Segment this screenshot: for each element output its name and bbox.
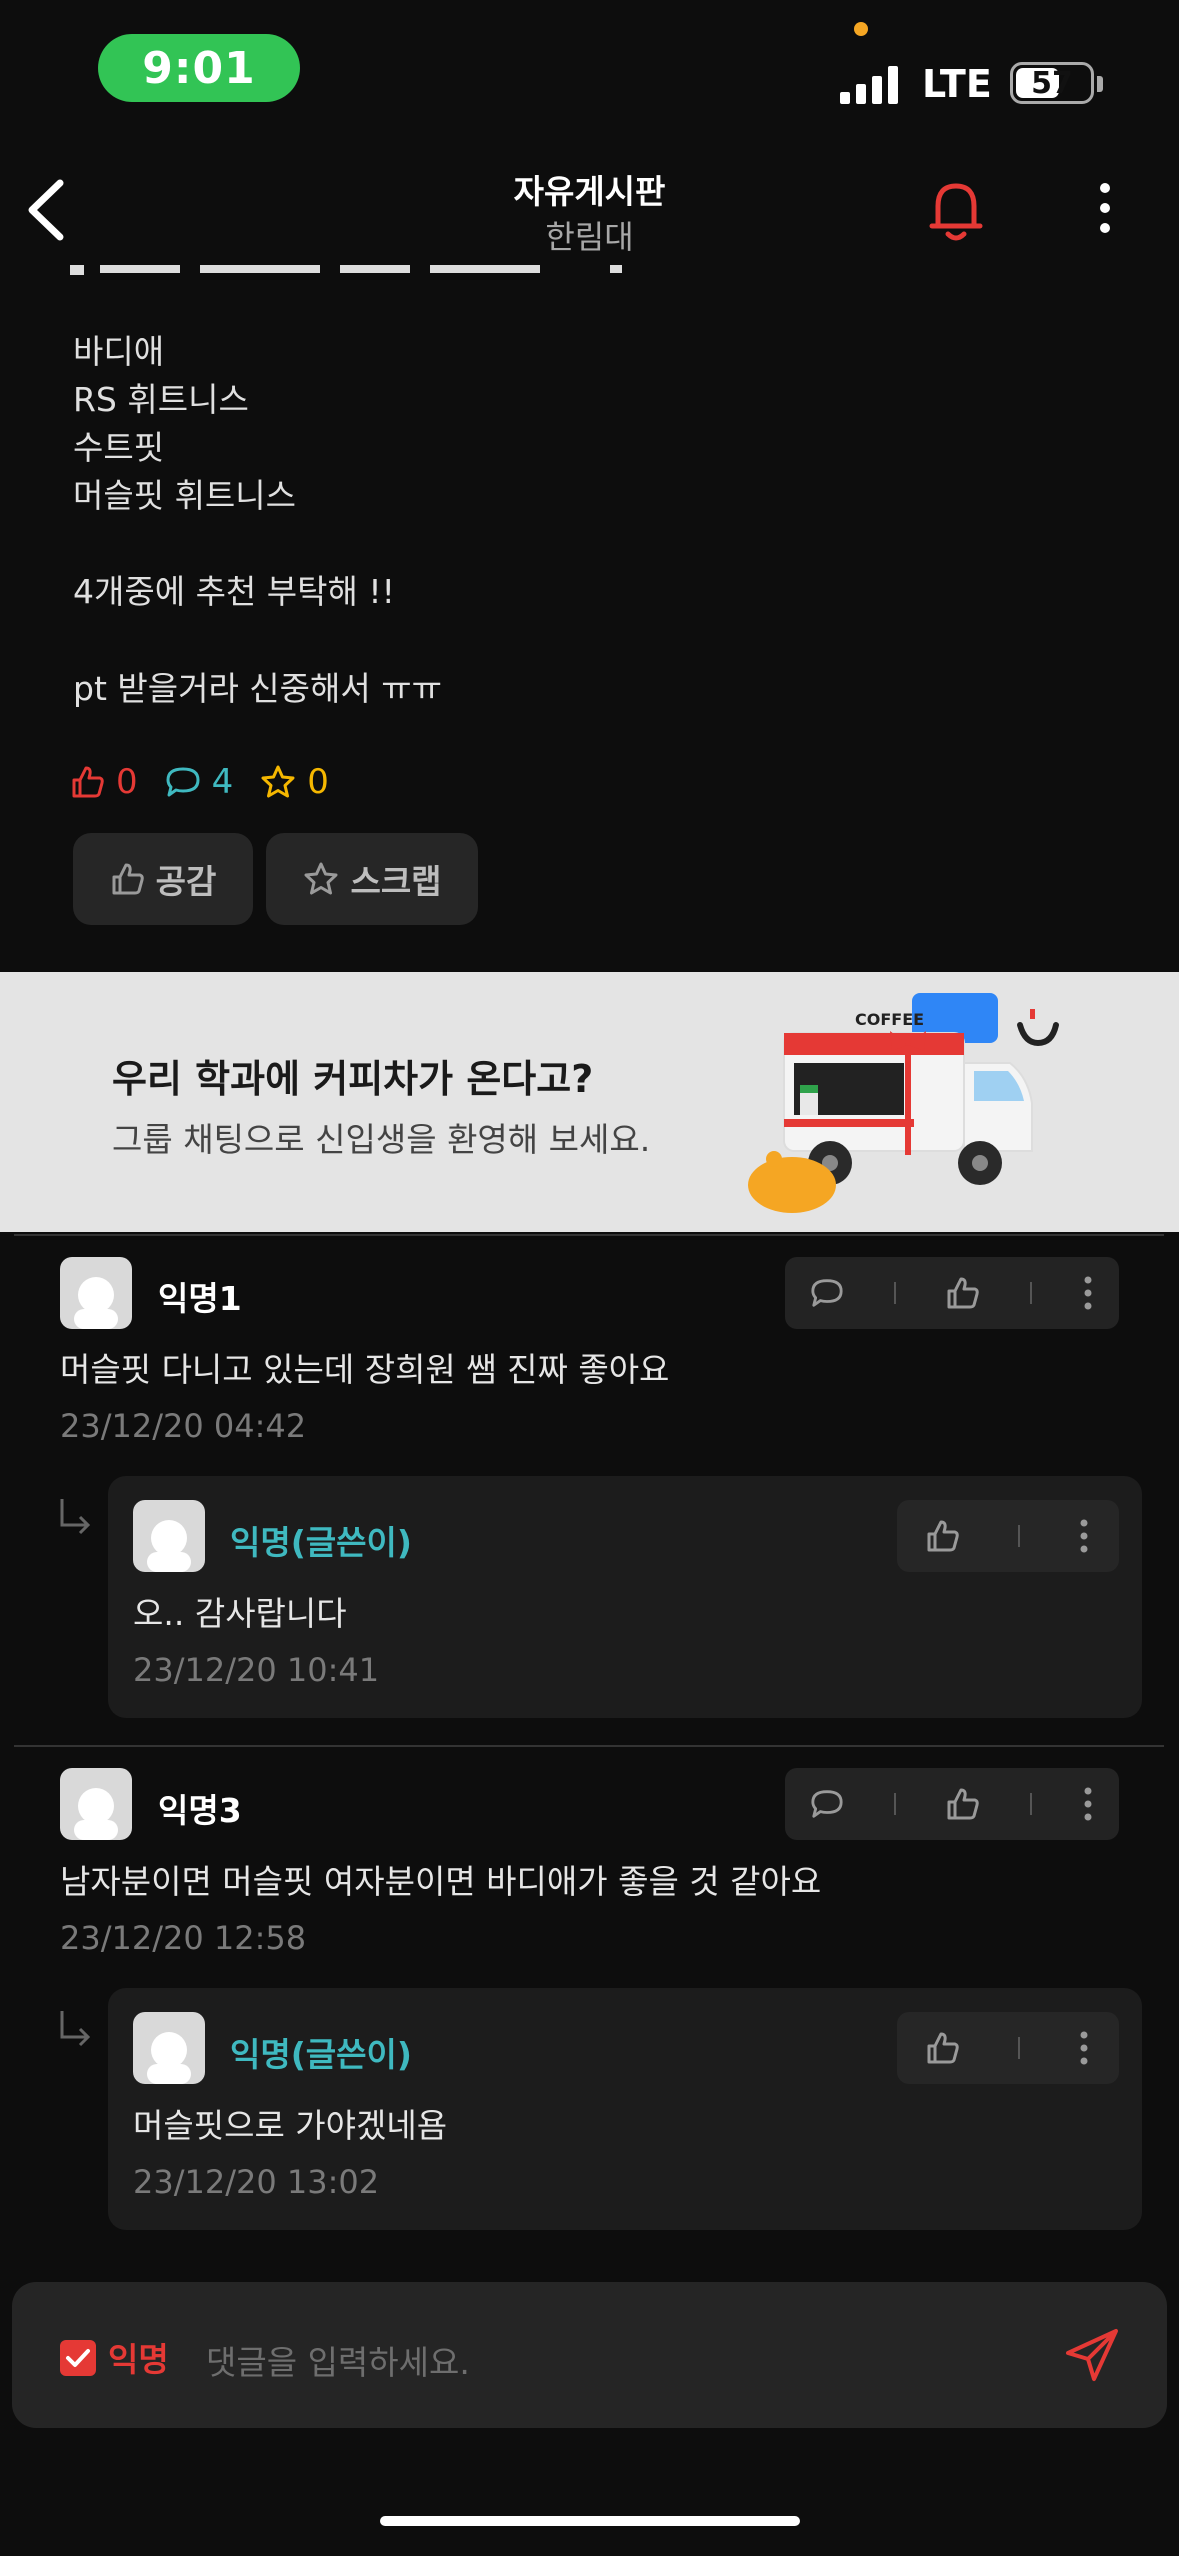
avatar bbox=[133, 1500, 205, 1572]
signal-icon bbox=[840, 64, 898, 104]
star-icon bbox=[261, 765, 295, 798]
post-body-line: 바디애 bbox=[73, 332, 165, 371]
post-body-line: 머슬핏 휘트니스 bbox=[73, 476, 297, 515]
ad-subtitle: 그룹 채팅으로 신입생을 환영해 보세요. bbox=[112, 1120, 651, 1159]
comment-actions bbox=[785, 1768, 1119, 1840]
comment-actions bbox=[785, 1257, 1119, 1329]
avatar bbox=[60, 1768, 132, 1840]
thumbs-up-icon[interactable] bbox=[925, 1518, 961, 1554]
reply-icon[interactable] bbox=[809, 1787, 845, 1821]
post-body-line: pt 받을거라 신중해서 ㅠㅠ bbox=[73, 669, 442, 708]
like-count: 0 bbox=[70, 762, 138, 802]
thumbs-up-icon[interactable] bbox=[945, 1786, 981, 1822]
thumbs-up-icon[interactable] bbox=[945, 1275, 981, 1311]
comment-timestamp: 23/12/20 04:42 bbox=[60, 1407, 307, 1445]
privacy-indicator-dot bbox=[854, 22, 868, 36]
more-vertical-icon[interactable] bbox=[1077, 1518, 1091, 1554]
board-title: 자유게시판 bbox=[513, 172, 666, 211]
reply-arrow-icon bbox=[60, 2011, 91, 2047]
reply-actions bbox=[897, 1500, 1119, 1572]
post-body-line: RS 휘트니스 bbox=[73, 380, 249, 419]
divider bbox=[14, 1234, 1164, 1236]
truck-label: COFFEE bbox=[855, 1010, 924, 1029]
reply-arrow-icon bbox=[60, 1499, 91, 1535]
post-body-line: 4개중에 추천 부탁해 !! bbox=[73, 572, 395, 611]
reply-nickname: 익명(글쓴이) bbox=[230, 1523, 412, 1562]
more-vertical-icon[interactable] bbox=[1081, 1786, 1095, 1822]
network-label: LTE bbox=[922, 62, 992, 106]
reply-text: 오.. 감사랍니다 bbox=[133, 1594, 347, 1633]
reply-nickname: 익명(글쓴이) bbox=[230, 2035, 412, 2074]
star-icon bbox=[304, 862, 338, 895]
comment-nickname: 익명3 bbox=[158, 1791, 242, 1830]
anonymous-checkbox[interactable] bbox=[60, 2340, 96, 2376]
more-vertical-icon[interactable] bbox=[1077, 2030, 1091, 2066]
comment-input[interactable]: 댓글을 입력하세요. bbox=[206, 2336, 470, 2384]
avatar bbox=[60, 1257, 132, 1329]
reply-timestamp: 23/12/20 10:41 bbox=[133, 1651, 380, 1689]
send-icon[interactable] bbox=[1062, 2325, 1122, 2385]
reply-timestamp: 23/12/20 13:02 bbox=[133, 2163, 380, 2201]
scrolled-title-fragment bbox=[70, 265, 622, 275]
coffee-truck-illustration: COFFEE bbox=[748, 993, 1059, 1213]
reply-actions bbox=[897, 2012, 1119, 2084]
scrap-count: 0 bbox=[259, 762, 329, 802]
scrap-button[interactable]: 스크랩 bbox=[266, 833, 478, 925]
battery-cap bbox=[1097, 76, 1103, 92]
more-vertical-icon[interactable] bbox=[1081, 1275, 1095, 1311]
post-stats: 0 4 0 bbox=[70, 762, 355, 802]
comment-bubble-icon bbox=[166, 767, 200, 797]
more-vertical-icon[interactable] bbox=[1090, 180, 1120, 236]
reply-text: 머슬핏으로 가야겠네욤 bbox=[133, 2106, 448, 2145]
status-time: 9:01 bbox=[98, 34, 300, 102]
thumbs-up-icon bbox=[72, 766, 104, 798]
like-button[interactable]: 공감 bbox=[73, 833, 253, 925]
reply-icon[interactable] bbox=[809, 1276, 845, 1310]
divider bbox=[14, 1745, 1164, 1747]
comment-timestamp: 23/12/20 12:58 bbox=[60, 1919, 307, 1957]
comment-input-bar bbox=[12, 2282, 1167, 2428]
battery-icon: 57 bbox=[1010, 62, 1094, 104]
anonymous-label[interactable]: 익명 bbox=[108, 2333, 169, 2381]
ad-title: 우리 학과에 커피차가 온다고? bbox=[112, 1057, 594, 1101]
comment-count: 4 bbox=[164, 762, 233, 802]
home-indicator bbox=[380, 2516, 800, 2526]
comment-text: 남자분이면 머슬핏 여자분이면 바디애가 좋을 것 같아요 bbox=[60, 1862, 822, 1901]
bell-icon[interactable] bbox=[924, 176, 988, 246]
board-subtitle: 한림대 bbox=[545, 218, 634, 256]
post-body-line: 수트핏 bbox=[73, 428, 165, 467]
comment-nickname: 익명1 bbox=[158, 1279, 242, 1318]
battery-level: 57 bbox=[1031, 65, 1073, 101]
thumbs-up-icon[interactable] bbox=[925, 2030, 961, 2066]
check-icon bbox=[66, 2349, 90, 2367]
comment-text: 머슬핏 다니고 있는데 장희원 쌤 진짜 좋아요 bbox=[60, 1350, 670, 1389]
avatar bbox=[133, 2012, 205, 2084]
thumbs-up-icon bbox=[112, 863, 144, 895]
